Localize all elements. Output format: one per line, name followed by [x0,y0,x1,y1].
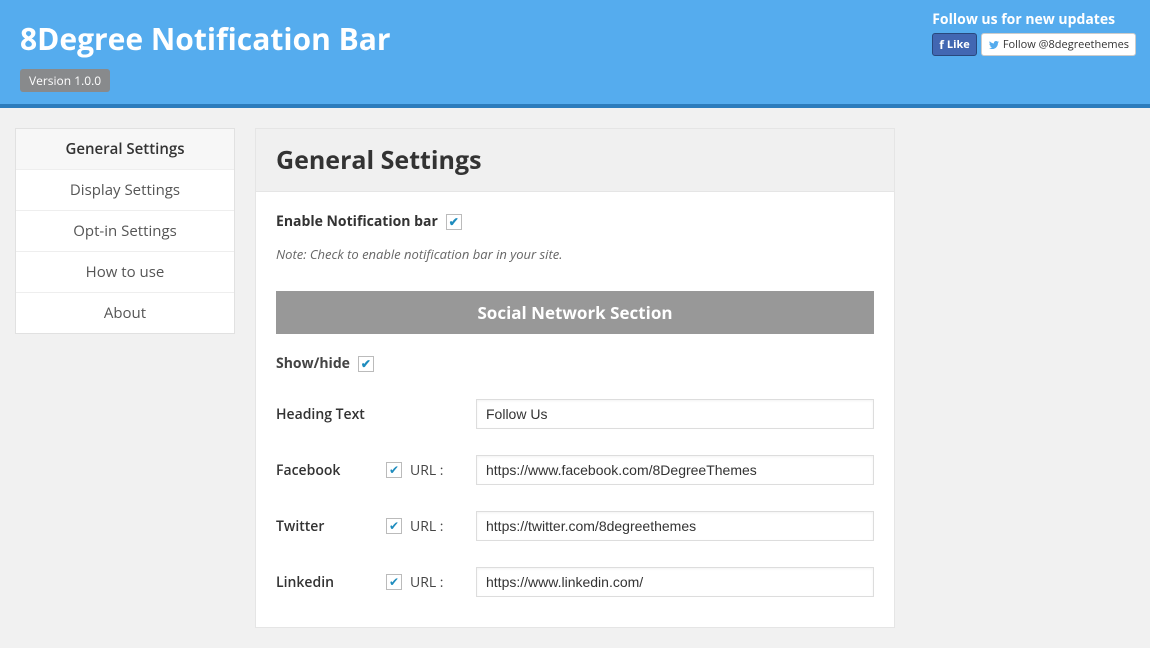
sidebar: General Settings Display Settings Opt-in… [15,128,235,334]
sidebar-item-howto[interactable]: How to use [16,252,234,293]
showhide-label: Show/hide [276,354,350,373]
twitter-label: Twitter [276,517,386,536]
panel-title: General Settings [276,143,874,177]
enable-note: Note: Check to enable notification bar i… [276,245,874,263]
sidebar-item-optin[interactable]: Opt-in Settings [16,211,234,252]
linkedin-url-label: URL : [410,573,443,592]
twitter-follow-button[interactable]: Follow @8degreethemes [981,33,1136,56]
panel-header: General Settings [256,129,894,192]
twitter-checkbox[interactable] [386,518,402,534]
enable-checkbox[interactable] [446,214,462,230]
facebook-icon: f [939,36,944,53]
settings-panel: General Settings Enable Notification bar… [255,128,895,628]
showhide-checkbox[interactable] [358,356,374,372]
linkedin-label: Linkedin [276,573,386,592]
heading-text-input[interactable] [476,399,874,429]
facebook-like-button[interactable]: f Like [932,33,977,56]
twitter-url-label: URL : [410,517,443,536]
enable-label: Enable Notification bar [276,212,438,231]
linkedin-url-input[interactable] [476,567,874,597]
follow-text: Follow us for new updates [932,10,1136,29]
heading-text-label: Heading Text [276,405,386,424]
sidebar-item-general[interactable]: General Settings [16,129,234,170]
fb-like-label: Like [947,37,970,52]
sidebar-item-about[interactable]: About [16,293,234,333]
linkedin-checkbox[interactable] [386,574,402,590]
twitter-icon [988,37,1000,52]
follow-box: Follow us for new updates f Like Follow … [932,10,1136,56]
sidebar-item-display[interactable]: Display Settings [16,170,234,211]
facebook-url-input[interactable] [476,455,874,485]
facebook-url-label: URL : [410,461,443,480]
app-header: 8Degree Notification Bar Version 1.0.0 F… [0,0,1150,104]
facebook-checkbox[interactable] [386,462,402,478]
twitter-url-input[interactable] [476,511,874,541]
version-badge: Version 1.0.0 [20,69,110,92]
tw-follow-label: Follow @8degreethemes [1003,37,1129,52]
social-section-header: Social Network Section [276,291,874,334]
facebook-label: Facebook [276,461,386,480]
